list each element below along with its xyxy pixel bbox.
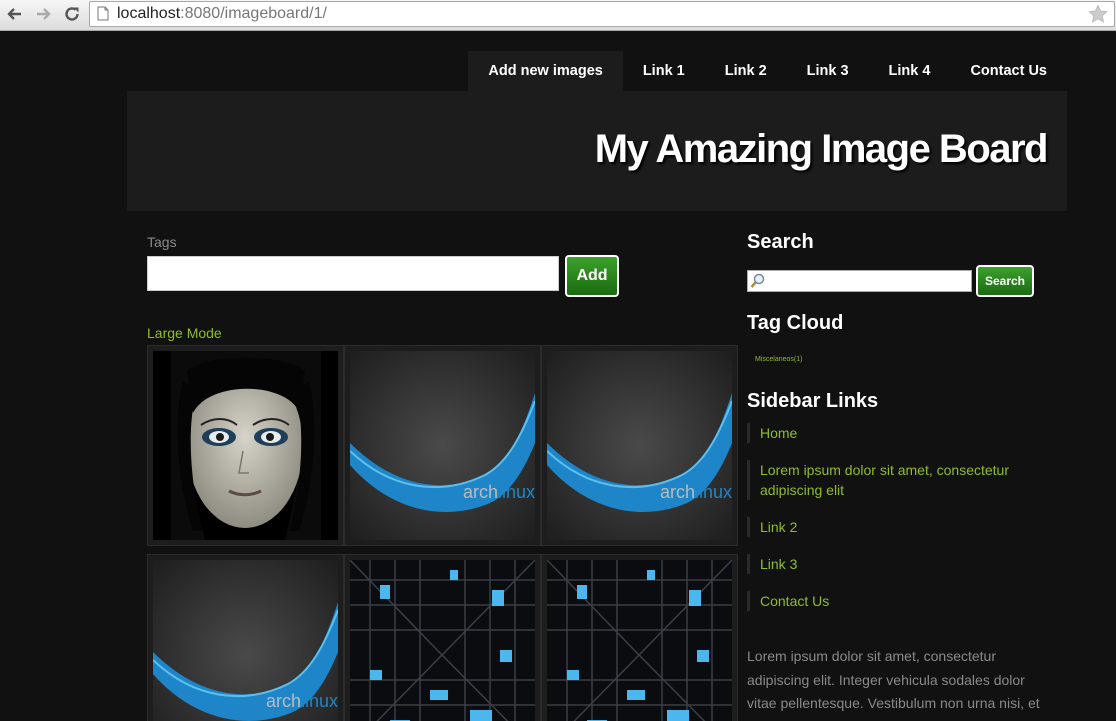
site-title: My Amazing Image Board [594,127,1049,171]
sidebar-link-contact[interactable]: Contact Us [747,591,1047,611]
url-text: localhost:8080/imageboard/1/ [117,5,327,22]
top-navigation: Add new images Link 1 Link 2 Link 3 Link… [468,51,1067,91]
search-icon [750,273,766,293]
sidebar-link-3[interactable]: Link 3 [747,554,1047,574]
search-input[interactable] [747,270,972,292]
archlinux-image: archlinux [547,351,732,540]
back-icon[interactable] [4,3,26,25]
face-image [153,351,338,540]
image-tile[interactable] [147,345,344,546]
image-tile[interactable]: archlinux [147,554,344,721]
image-tile[interactable]: archlinux [344,345,541,546]
cubes-image [547,560,732,721]
svg-text:archlinux: archlinux [660,482,732,502]
bookmark-star-icon[interactable] [1088,4,1108,28]
browser-toolbar: localhost:8080/imageboard/1/ [0,0,1116,31]
sidebar-links-heading: Sidebar Links [747,390,879,412]
large-mode-link[interactable]: Large Mode [147,325,222,341]
image-tile[interactable] [344,554,541,721]
page-icon [97,6,109,25]
tags-input[interactable] [147,256,559,291]
tags-label: Tags [147,234,177,250]
address-bar[interactable]: localhost:8080/imageboard/1/ [89,1,1115,27]
reload-icon[interactable] [61,3,83,25]
nav-contact-us[interactable]: Contact Us [950,51,1067,91]
nav-link-4[interactable]: Link 4 [869,51,951,91]
svg-text:archlinux: archlinux [463,482,535,502]
tag-cloud-item[interactable]: Miscelaneos(1) [755,356,802,363]
cubes-image [350,560,535,721]
header-banner: My Amazing Image Board [127,91,1067,211]
search-button[interactable]: Search [976,265,1034,297]
svg-text:archlinux: archlinux [266,691,338,711]
nav-add-new-images[interactable]: Add new images [468,51,623,91]
add-button[interactable]: Add [565,255,619,297]
sidebar-paragraph: Lorem ipsum dolor sit amet, consectetur … [747,648,1040,711]
sidebar-link-2[interactable]: Link 2 [747,517,1047,537]
image-tile[interactable] [541,554,738,721]
nav-link-3[interactable]: Link 3 [787,51,869,91]
nav-link-2[interactable]: Link 2 [705,51,787,91]
sidebar-link-lorem[interactable]: Lorem ipsum dolor sit amet, consectetur … [747,460,1047,500]
sidebar-link-home[interactable]: Home [747,423,1047,443]
forward-icon[interactable] [32,3,54,25]
search-heading: Search [747,231,814,253]
archlinux-image: archlinux [350,351,535,540]
archlinux-image: archlinux [153,560,338,721]
tag-cloud-heading: Tag Cloud [747,312,844,334]
page: Add new images Link 1 Link 2 Link 3 Link… [0,31,1116,721]
image-tile[interactable]: archlinux [541,345,738,546]
nav-link-1[interactable]: Link 1 [623,51,705,91]
